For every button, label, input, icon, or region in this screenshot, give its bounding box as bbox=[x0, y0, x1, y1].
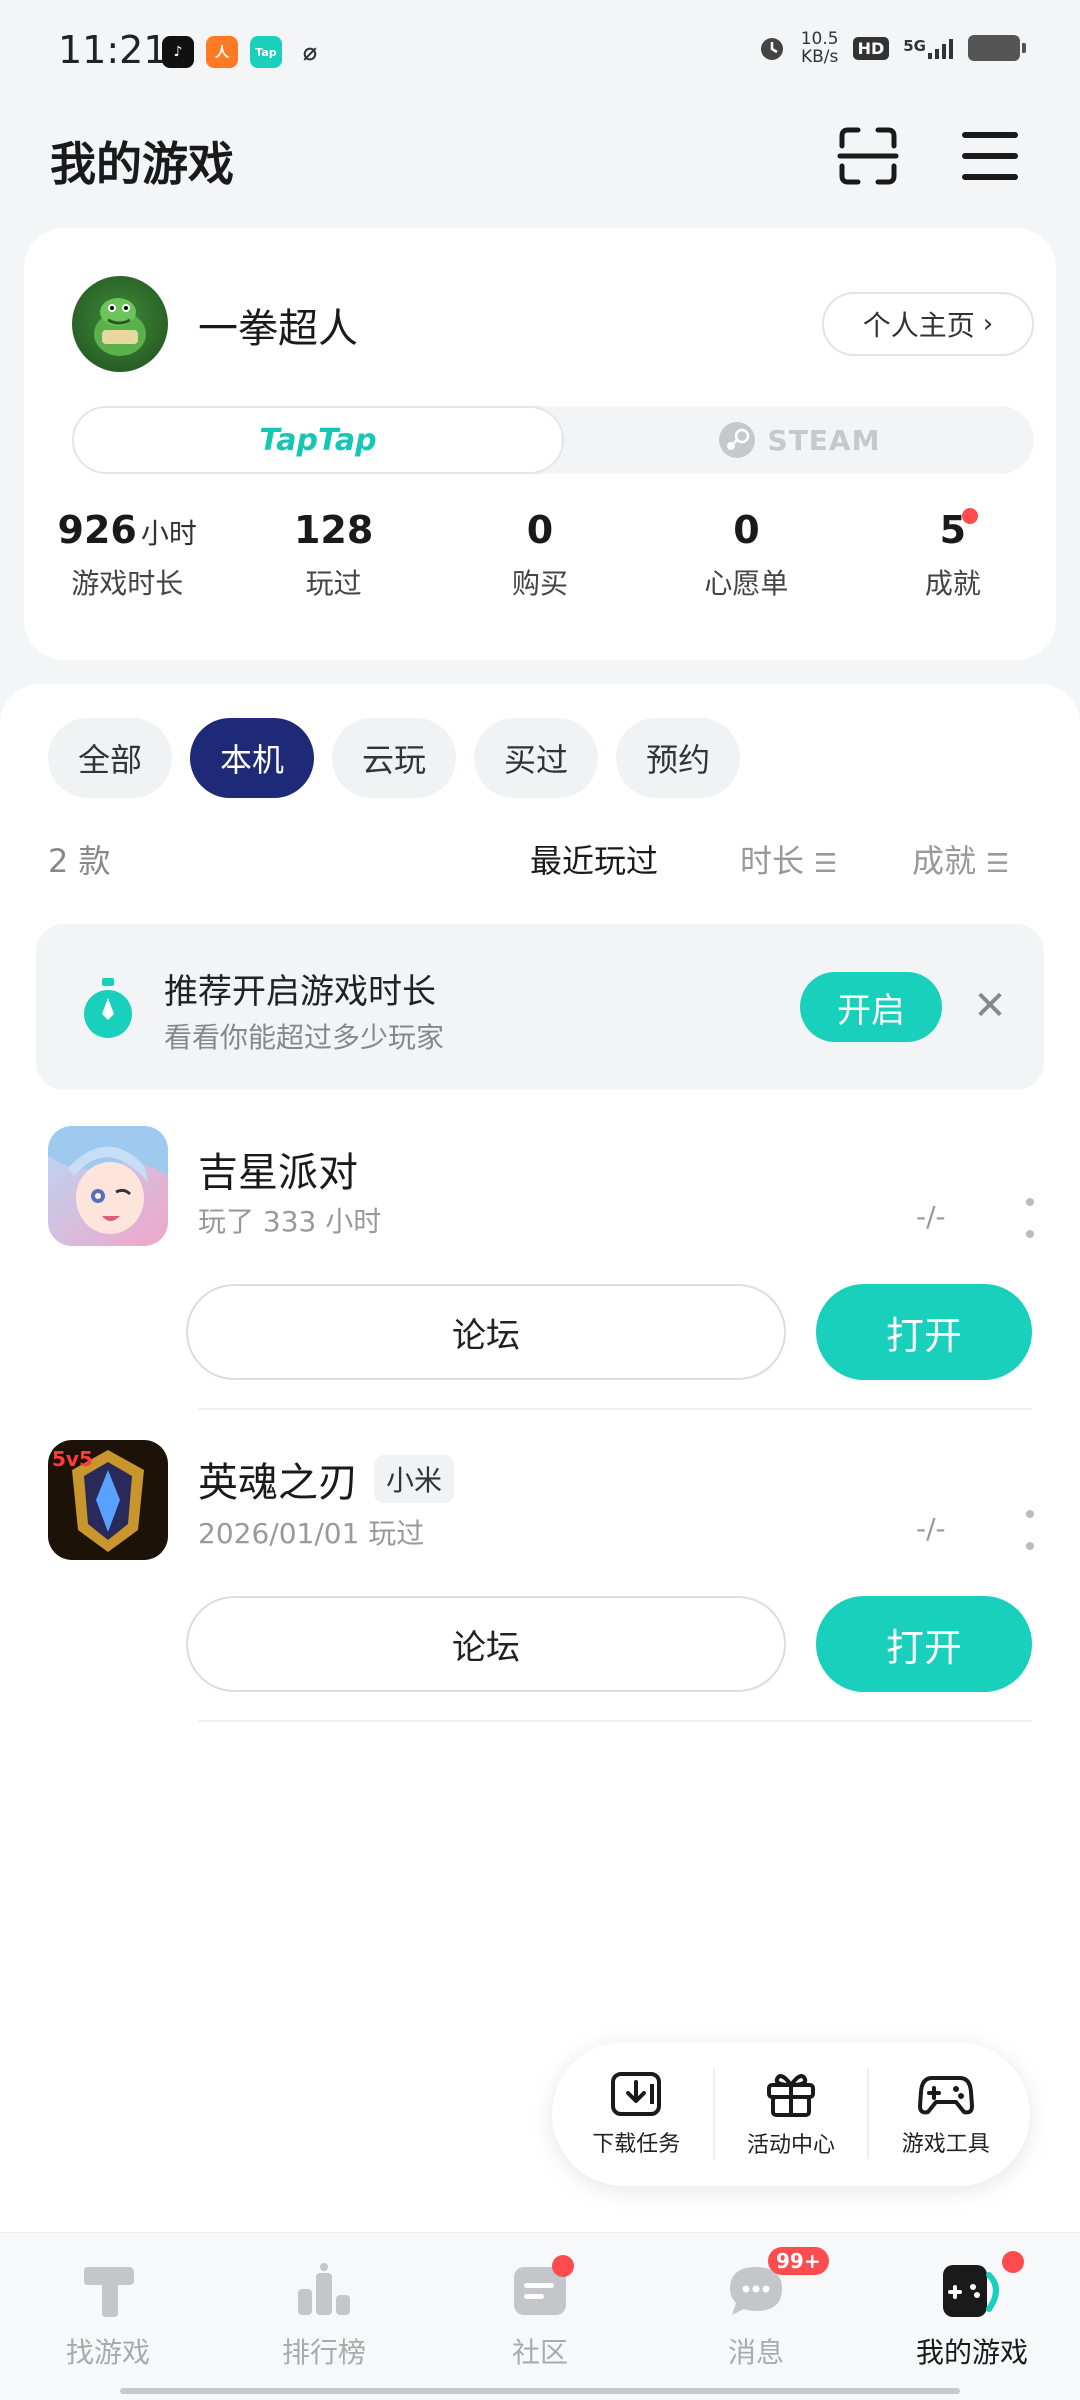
playtime-tip-banner: 推荐开启游戏时长 看看你能超过多少玩家 开启 ✕ bbox=[36, 924, 1044, 1090]
game-tools-button[interactable]: 游戏工具 bbox=[902, 2070, 990, 2158]
activity-center-button[interactable]: 活动中心 bbox=[747, 2069, 835, 2159]
status-indicators: 10.5 KB/s HD 5G bbox=[757, 29, 1026, 67]
divider bbox=[198, 1408, 1032, 1410]
open-game-button[interactable]: 打开 bbox=[816, 1596, 1032, 1692]
game-title[interactable]: 英魂之刃 小米 bbox=[198, 1450, 455, 1508]
game-subtitle: 玩了 333 小时 bbox=[198, 1205, 382, 1238]
home-indicator bbox=[120, 2388, 960, 2394]
close-icon[interactable]: ✕ bbox=[966, 982, 1014, 1030]
filter-cloud[interactable]: 云玩 bbox=[332, 718, 457, 798]
sort-recent[interactable]: 最近玩过 bbox=[530, 836, 658, 882]
platform-toggle: TapTap STEAM bbox=[72, 406, 1034, 474]
more-options-icon[interactable] bbox=[1020, 1198, 1040, 1238]
game-rating: -/- bbox=[916, 1512, 946, 1545]
filter-bought[interactable]: 买过 bbox=[474, 718, 599, 798]
game-1-art bbox=[48, 1126, 168, 1246]
tiktok-icon: ♪ bbox=[162, 36, 194, 68]
nav-community[interactable]: 社区 bbox=[432, 2233, 648, 2400]
filter-all[interactable]: 全部 bbox=[48, 718, 173, 798]
game-icon[interactable]: 5v5 bbox=[48, 1440, 168, 1560]
notification-dot bbox=[1002, 2251, 1024, 2273]
nav-messages[interactable]: 消息 99+ bbox=[648, 2233, 864, 2400]
filter-local[interactable]: 本机 bbox=[190, 718, 315, 798]
chevron-right-icon: › bbox=[982, 309, 994, 339]
game-icon[interactable] bbox=[48, 1126, 168, 1246]
scan-button[interactable] bbox=[836, 124, 900, 188]
sort-icon: ☰ bbox=[814, 849, 838, 879]
stat-purchased[interactable]: 0 购买 bbox=[437, 508, 643, 602]
forum-button[interactable]: 论坛 bbox=[186, 1284, 786, 1380]
status-app-icons: ♪ 人 Tap ⌀ bbox=[162, 36, 326, 68]
battery-icon bbox=[968, 35, 1026, 61]
find-game-icon bbox=[84, 2267, 134, 2317]
stat-wishlist[interactable]: 0 心愿单 bbox=[643, 508, 849, 602]
forum-button[interactable]: 论坛 bbox=[186, 1596, 786, 1692]
stat-played[interactable]: 128 玩过 bbox=[230, 508, 436, 602]
profile-home-button[interactable]: 个人主页 › bbox=[822, 292, 1034, 356]
alarm-icon bbox=[760, 38, 783, 60]
steam-icon bbox=[718, 422, 755, 458]
page-title: 我的游戏 bbox=[50, 137, 234, 191]
platform-taptap-tab[interactable]: TapTap bbox=[72, 406, 564, 474]
game-subtitle: 2026/01/01 玩过 bbox=[198, 1517, 425, 1550]
svg-text:5v5: 5v5 bbox=[52, 1447, 93, 1471]
stat-achievements[interactable]: 5 成就 bbox=[850, 508, 1056, 602]
enable-playtime-button[interactable]: 开启 bbox=[800, 972, 942, 1042]
game-count: 2 款 bbox=[48, 842, 111, 880]
sort-icon: ☰ bbox=[986, 849, 1010, 879]
steam-label: STEAM bbox=[767, 423, 881, 457]
download-tasks-button[interactable]: 下载任务 bbox=[592, 2070, 680, 2158]
scan-icon bbox=[837, 127, 899, 185]
nav-ranking[interactable]: 排行榜 bbox=[216, 2233, 432, 2400]
platform-steam-tab[interactable]: STEAM bbox=[564, 406, 1034, 474]
nav-my-games[interactable]: 我的游戏 bbox=[864, 2233, 1080, 2400]
floating-tools: 下载任务 活动中心 游戏工具 bbox=[552, 2042, 1030, 2186]
divider bbox=[198, 1720, 1032, 1722]
bottom-nav: 找游戏 排行榜 社区 消息 99+ 我的游戏 bbox=[0, 2232, 1080, 2400]
filter-reserved[interactable]: 预约 bbox=[616, 718, 741, 798]
avatar-image bbox=[94, 298, 146, 356]
platform-tag: 小米 bbox=[374, 1455, 455, 1503]
filter-chips: 全部 本机 云玩 买过 预约 bbox=[48, 718, 741, 798]
signal-icon: 5G bbox=[903, 37, 954, 59]
sort-duration[interactable]: 时长 ☰ bbox=[740, 836, 837, 882]
tip-subtitle: 看看你能超过多少玩家 bbox=[164, 1021, 445, 1054]
fab-separator bbox=[867, 2069, 870, 2159]
profile-card: 一拳超人 个人主页 › TapTap STEAM 926 小时 游戏时长 128 … bbox=[24, 228, 1056, 660]
taptap-logo-text: TapTap bbox=[259, 422, 377, 458]
app-notification-icon: 人 bbox=[206, 36, 238, 68]
nav-find-games[interactable]: 找游戏 bbox=[0, 2233, 216, 2400]
gift-icon bbox=[766, 2074, 815, 2117]
more-options-icon[interactable] bbox=[1020, 1510, 1040, 1550]
stat-playtime[interactable]: 926 小时 游戏时长 bbox=[24, 508, 230, 602]
tip-title: 推荐开启游戏时长 bbox=[164, 972, 436, 1012]
message-badge: 99+ bbox=[768, 2247, 829, 2275]
avatar[interactable] bbox=[72, 276, 168, 372]
ranking-icon bbox=[298, 2263, 350, 2315]
menu-icon bbox=[962, 132, 1018, 180]
hd-badge: HD bbox=[852, 36, 890, 60]
menu-button[interactable] bbox=[960, 128, 1020, 184]
game-2-art: 5v5 bbox=[48, 1440, 168, 1560]
taptap-app-icon: Tap bbox=[250, 36, 282, 68]
sort-achievement[interactable]: 成就 ☰ bbox=[912, 836, 1009, 882]
open-game-button[interactable]: 打开 bbox=[816, 1284, 1032, 1380]
game-rating: -/- bbox=[916, 1200, 946, 1233]
username: 一拳超人 bbox=[198, 306, 358, 352]
game-title[interactable]: 吉星派对 bbox=[198, 1140, 358, 1198]
stopwatch-icon bbox=[84, 978, 132, 1038]
net-speed: 10.5 KB/s bbox=[800, 29, 839, 67]
gamepad-icon bbox=[917, 2076, 974, 2115]
profile-home-label: 个人主页 bbox=[862, 309, 975, 342]
profile-stats: 926 小时 游戏时长 128 玩过 0 购买 0 心愿单 5 成就 bbox=[24, 508, 1056, 602]
download-icon bbox=[611, 2072, 662, 2116]
fab-separator bbox=[712, 2069, 715, 2159]
link-icon: ⌀ bbox=[302, 38, 318, 66]
my-games-icon bbox=[943, 2265, 999, 2317]
status-time: 11:21 bbox=[58, 28, 168, 72]
notification-dot bbox=[961, 508, 978, 524]
notification-dot bbox=[552, 2255, 574, 2277]
